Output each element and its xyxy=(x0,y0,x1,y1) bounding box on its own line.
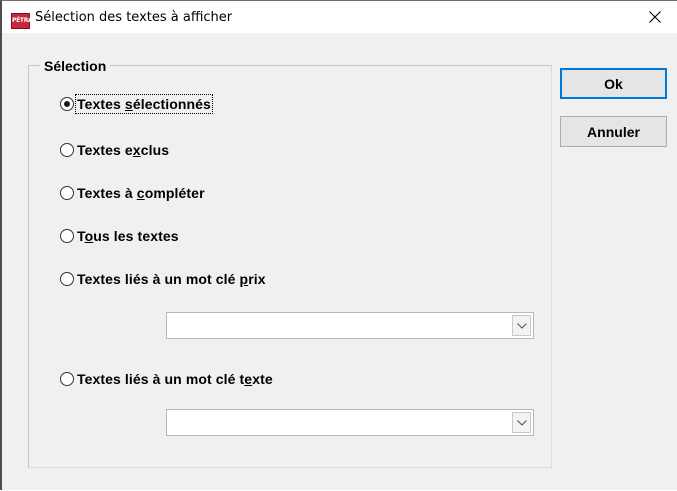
close-button[interactable] xyxy=(633,1,677,33)
label-text: us les textes xyxy=(93,228,179,244)
radio-label: Textes à compléter xyxy=(76,184,206,202)
radio-textes-exclus[interactable]: Textes exclus xyxy=(60,140,170,160)
texte-keyword-combobox[interactable] xyxy=(166,409,534,436)
chevron-down-icon xyxy=(516,322,527,329)
window-title: Sélection des textes à afficher xyxy=(35,10,233,25)
selection-group-label: Sélection xyxy=(40,58,111,74)
label-text: ompléter xyxy=(144,185,205,201)
chevron-down-icon xyxy=(516,419,527,426)
radio-mot-cle-prix[interactable]: Textes liés à un mot clé prix xyxy=(60,269,267,289)
selection-groupbox xyxy=(28,65,552,468)
close-icon xyxy=(649,11,661,23)
dropdown-button[interactable] xyxy=(512,412,531,433)
radio-button-icon[interactable] xyxy=(60,97,74,111)
label-text: Textes e xyxy=(77,142,133,158)
radio-button-icon[interactable] xyxy=(60,143,74,157)
dialog-client-area: Sélection Textes sélectionnés Textes exc… xyxy=(2,33,677,490)
radio-button-icon[interactable] xyxy=(60,229,74,243)
dropdown-button[interactable] xyxy=(512,315,531,336)
cancel-button[interactable]: Annuler xyxy=(560,116,667,147)
label-accelerator: e xyxy=(244,371,253,387)
label-accelerator: c xyxy=(136,185,145,201)
label-text: clus xyxy=(140,142,170,158)
radio-textes-a-completer[interactable]: Textes à compléter xyxy=(60,183,206,203)
ok-button[interactable]: Ok xyxy=(560,68,667,99)
label-text: Textes liés à un mot clé xyxy=(77,271,240,287)
label-accelerator: s xyxy=(124,96,133,112)
radio-tous-les-textes[interactable]: Tous les textes xyxy=(60,226,180,246)
label-text: T xyxy=(77,228,85,244)
radio-button-icon[interactable] xyxy=(60,372,74,386)
radio-label: Textes exclus xyxy=(76,141,170,159)
label-text: Textes xyxy=(77,96,125,112)
label-text: xte xyxy=(252,371,273,387)
label-text: Textes liés à un mot clé t xyxy=(77,371,245,387)
label-accelerator: o xyxy=(84,228,94,244)
radio-label: Textes sélectionnés xyxy=(75,94,213,114)
label-text: électionnés xyxy=(132,96,211,112)
title-bar[interactable]: PÉTRA Sélection des textes à afficher xyxy=(2,1,677,33)
radio-textes-selectionnes[interactable]: Textes sélectionnés xyxy=(60,94,213,114)
prix-keyword-combobox[interactable] xyxy=(166,312,534,339)
radio-label: Textes liés à un mot clé prix xyxy=(76,270,267,288)
label-text: Textes à xyxy=(77,185,137,201)
radio-label: Tous les textes xyxy=(76,227,180,245)
radio-button-icon[interactable] xyxy=(60,186,74,200)
radio-mot-cle-texte[interactable]: Textes liés à un mot clé texte xyxy=(60,369,274,389)
label-accelerator: p xyxy=(239,271,249,287)
label-text: rix xyxy=(248,271,266,287)
radio-button-icon[interactable] xyxy=(60,272,74,286)
label-accelerator: x xyxy=(132,142,141,158)
radio-label: Textes liés à un mot clé texte xyxy=(76,370,274,388)
dialog-window: PÉTRA Sélection des textes à afficher Sé… xyxy=(0,0,677,490)
petra-app-icon: PÉTRA xyxy=(11,13,33,29)
